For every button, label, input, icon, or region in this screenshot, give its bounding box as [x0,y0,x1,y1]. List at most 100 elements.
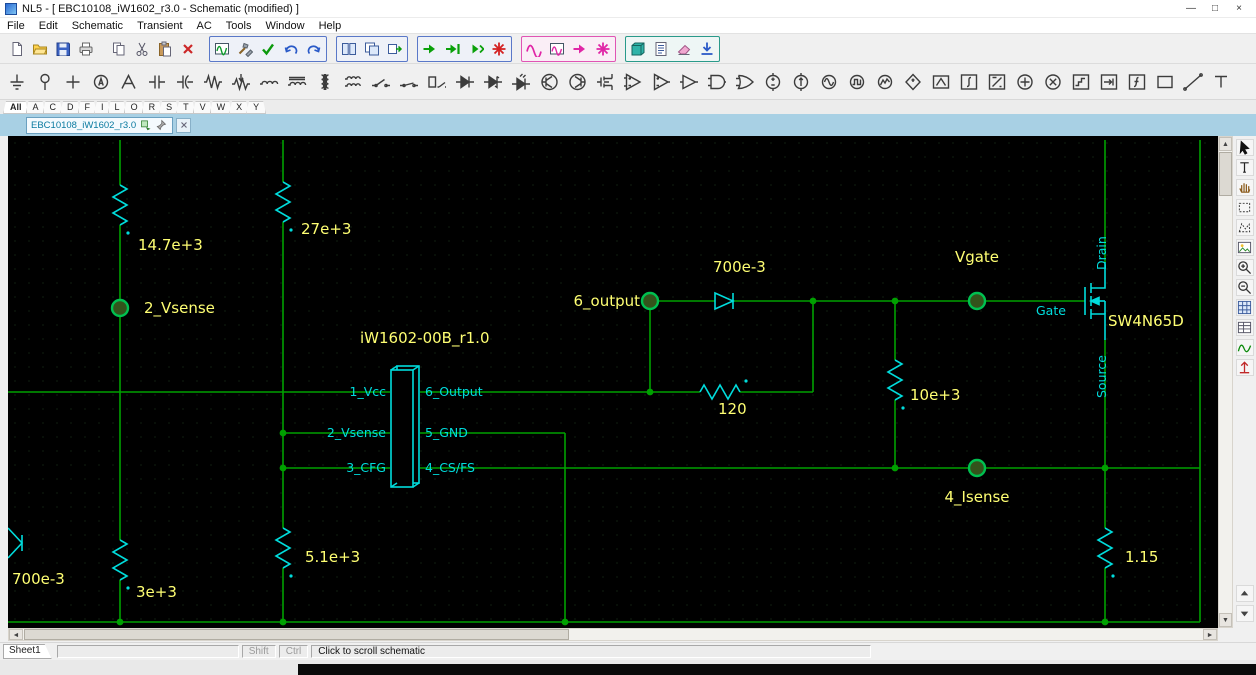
resistor-symbol[interactable] [113,185,127,225]
filter-tab[interactable]: O [124,101,145,114]
run-to-icon[interactable] [442,38,464,60]
image-icon[interactable] [1236,239,1254,256]
delay-icon[interactable] [1096,68,1122,96]
delete-icon[interactable] [177,38,199,60]
diode-symbol[interactable] [715,293,733,309]
sheet-tab[interactable]: Sheet1 [3,644,52,659]
voltage-source-icon[interactable] [760,68,786,96]
function-icon[interactable] [1124,68,1150,96]
page-down-icon[interactable] [1236,605,1254,622]
zoom-grid-icon[interactable] [1236,299,1254,316]
menu-item[interactable]: AC [190,19,219,33]
resistor-symbol[interactable] [888,360,902,400]
probe-icon[interactable] [32,68,58,96]
ac-stop-icon[interactable] [592,38,614,60]
open-folder-icon[interactable] [29,38,51,60]
ac-scope-icon[interactable] [546,38,568,60]
schematic-canvas[interactable]: 14.7e+3 27e+3 2_Vsense iW1602-00B_r1.0 6… [8,136,1218,628]
wire-icon[interactable] [1180,68,1206,96]
filter-tab[interactable]: X [229,101,249,114]
filter-tab[interactable]: L [108,101,127,114]
amplifier-icon[interactable] [928,68,954,96]
probe-ring[interactable] [112,300,128,316]
plus-icon[interactable] [60,68,86,96]
menu-item[interactable]: Window [258,19,311,33]
probe-ring[interactable] [969,460,985,476]
or-gate-icon[interactable] [732,68,758,96]
wires[interactable] [8,140,1200,622]
pnp-icon[interactable] [564,68,590,96]
minimize-button[interactable]: — [1179,3,1203,14]
paste-icon[interactable] [154,38,176,60]
undo-icon[interactable] [280,38,302,60]
probe-ring[interactable] [642,293,658,309]
export-icon[interactable] [627,38,649,60]
filter-tab[interactable]: F [78,101,98,114]
ac-sine-icon[interactable] [523,38,545,60]
text-tool-icon[interactable] [1236,159,1254,176]
zoom-in-icon[interactable] [1236,259,1254,276]
menu-item[interactable]: Help [312,19,349,33]
horizontal-scroll-thumb[interactable] [24,629,569,640]
step-icon[interactable] [465,38,487,60]
select-region-icon[interactable] [1236,219,1254,236]
menu-item[interactable]: Tools [219,19,259,33]
save-icon[interactable] [52,38,74,60]
sine-source-icon[interactable] [816,68,842,96]
filter-tab[interactable]: S [159,101,179,114]
comparator-icon[interactable] [648,68,674,96]
marker-icon[interactable] [1236,359,1254,376]
resistor-symbol[interactable] [1098,528,1112,568]
filter-tab[interactable]: All [3,101,29,114]
redo-icon[interactable] [303,38,325,60]
relay-icon[interactable] [424,68,450,96]
cut-icon[interactable] [131,38,153,60]
current-source-icon[interactable] [788,68,814,96]
capacitor-icon[interactable] [144,68,170,96]
probe-ring[interactable] [969,293,985,309]
document-tab[interactable]: EBC10108_iW1602_r3.0 [26,117,173,134]
new-doc-icon[interactable] [6,38,28,60]
menu-item[interactable]: Edit [32,19,65,33]
filter-tab[interactable]: W [210,101,233,114]
download-icon[interactable] [696,38,718,60]
filter-tab[interactable]: T [176,101,196,114]
page-up-icon[interactable] [1236,585,1254,602]
filter-tab[interactable]: V [193,101,213,114]
scroll-left-button[interactable]: ◄ [9,629,23,640]
ground-icon[interactable] [4,68,30,96]
and-gate-icon[interactable] [704,68,730,96]
scroll-up-button[interactable]: ▲ [1219,137,1232,151]
copy-icon[interactable] [108,38,130,60]
capacitor-polar-icon[interactable] [172,68,198,96]
filter-tab[interactable]: C [43,101,64,114]
zoom-out-icon[interactable] [1236,279,1254,296]
multiplier-icon[interactable] [1040,68,1066,96]
filter-tab[interactable]: A [26,101,46,114]
switch-closed-icon[interactable] [396,68,422,96]
npn-icon[interactable] [536,68,562,96]
sample-hold-icon[interactable] [1068,68,1094,96]
waveform-icon[interactable] [1236,339,1254,356]
close-small-icon[interactable] [176,118,191,133]
led-icon[interactable] [508,68,534,96]
differentiator-icon[interactable] [984,68,1010,96]
diode-symbol-clipped[interactable] [8,528,22,558]
summer-icon[interactable] [1012,68,1038,96]
text-icon[interactable] [1208,68,1234,96]
label-icon[interactable] [116,68,142,96]
print-icon[interactable] [75,38,97,60]
vertical-scroll-thumb[interactable] [1219,152,1232,196]
check-icon[interactable] [257,38,279,60]
inductor-core-icon[interactable] [284,68,310,96]
tools-icon[interactable] [234,38,256,60]
close-button[interactable]: × [1227,3,1251,14]
hand-icon[interactable] [1236,179,1254,196]
table-icon[interactable] [1236,319,1254,336]
window-new-icon[interactable] [361,38,383,60]
resistor-symbol[interactable] [276,182,290,222]
transformer-icon[interactable] [312,68,338,96]
vertical-scrollbar[interactable]: ▲ ▼ [1218,136,1233,628]
nmos-icon[interactable] [592,68,618,96]
pin-icon[interactable] [154,118,168,132]
